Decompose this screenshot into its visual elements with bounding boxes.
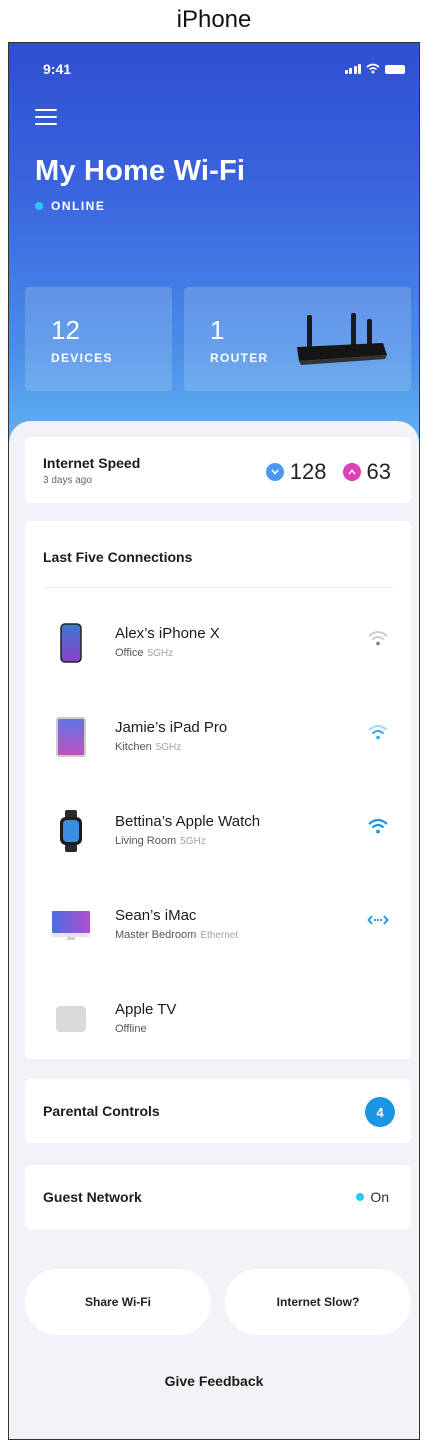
device-location: Living Room 5GHz — [115, 835, 206, 847]
guest-network-state: On — [370, 1189, 389, 1205]
ethernet-icon — [367, 915, 389, 925]
device-location: Master Bedroom Ethernet — [115, 929, 239, 941]
connection-row[interactable]: Apple TV Offline — [25, 983, 411, 1063]
wifi-status-icon — [366, 63, 380, 74]
device-location: Offline — [115, 1023, 147, 1035]
last-connections-card: Last Five Connections Alex’s iPhone X Of… — [25, 521, 411, 1059]
device-name: Alex’s iPhone X — [115, 625, 220, 642]
status-icons — [344, 63, 405, 74]
internet-speed-title: Internet Speed — [43, 455, 141, 471]
upload-speed: 63 — [366, 459, 391, 484]
wifi-icon — [368, 818, 388, 834]
battery-icon — [385, 65, 405, 74]
internet-speed-card[interactable]: Internet Speed 3 days ago 128 63 — [25, 437, 411, 503]
download-speed: 128 — [289, 459, 327, 484]
divider — [43, 587, 393, 588]
device-location: Office 5GHz — [115, 647, 174, 659]
status-bar: 9:41 — [35, 61, 405, 81]
device-location: Kitchen 5GHz — [115, 741, 182, 753]
devices-count: 12 — [51, 315, 80, 345]
status-time: 9:41 — [43, 61, 72, 77]
network-status-label: ONLINE — [51, 199, 106, 213]
device-name: Bettina’s Apple Watch — [115, 813, 261, 830]
connection-row[interactable]: Sean’s iMac Master Bedroom Ethernet — [25, 889, 411, 969]
parental-controls-label: Parental Controls — [43, 1103, 160, 1119]
last-connections-title: Last Five Connections — [43, 549, 193, 565]
devices-label: DEVICES — [51, 351, 113, 365]
header-hero: 9:41 My Home Wi-Fi ONLINE 12 DEVICES 1 R… — [9, 43, 419, 483]
devices-tile[interactable]: 12 DEVICES — [25, 287, 172, 391]
wifi-icon — [368, 725, 388, 740]
device-name: Sean’s iMac — [115, 907, 197, 924]
device-band: 5GHz — [155, 742, 182, 753]
router-icon — [297, 313, 387, 365]
parental-controls-card[interactable]: Parental Controls 4 — [25, 1079, 411, 1143]
device-name: Jamie’s iPad Pro — [115, 719, 228, 736]
router-label: ROUTER — [210, 351, 269, 365]
connection-row[interactable]: Jamie’s iPad Pro Kitchen 5GHz — [25, 701, 411, 781]
internet-speed-date: 3 days ago — [43, 475, 92, 486]
cellular-signal-icon — [344, 64, 361, 74]
share-wifi-button[interactable]: Share Wi-Fi — [25, 1269, 211, 1335]
device-band: Ethernet — [200, 930, 239, 941]
status-dot-icon — [356, 1193, 365, 1201]
iphone-icon — [51, 621, 91, 665]
router-count: 1 — [210, 315, 225, 345]
phone-screen: 9:41 My Home Wi-Fi ONLINE 12 DEVICES 1 R… — [8, 42, 420, 1440]
connection-row[interactable]: Bettina’s Apple Watch Living Room 5GHz — [25, 795, 411, 875]
speed-values: 128 63 — [265, 459, 391, 485]
wifi-icon — [368, 631, 388, 646]
network-title: My Home Wi-Fi — [35, 155, 246, 187]
watch-icon — [51, 809, 91, 853]
download-arrow-icon — [265, 463, 284, 481]
device-caption: iPhone — [176, 6, 252, 33]
network-status: ONLINE — [35, 199, 105, 213]
guest-network-status: On — [356, 1189, 389, 1205]
online-dot-icon — [35, 202, 43, 210]
ipad-icon — [51, 715, 91, 759]
guest-network-card[interactable]: Guest Network On — [25, 1165, 411, 1229]
device-band: 5GHz — [180, 836, 206, 847]
device-name: Apple TV — [115, 1001, 177, 1018]
connection-row[interactable]: Alex’s iPhone X Office 5GHz — [25, 607, 411, 687]
apple-tv-icon — [51, 997, 91, 1041]
content-sheet: Internet Speed 3 days ago 128 63 Last Fi… — [9, 421, 419, 1439]
guest-network-label: Guest Network — [43, 1189, 142, 1205]
imac-icon — [51, 903, 91, 947]
give-feedback-link[interactable]: Give Feedback — [9, 1373, 419, 1389]
hamburger-menu-icon[interactable] — [35, 109, 57, 130]
upload-arrow-icon — [342, 463, 361, 481]
router-tile[interactable]: 1 ROUTER — [184, 287, 411, 391]
internet-slow-button[interactable]: Internet Slow? — [225, 1269, 411, 1335]
device-band: 5GHz — [147, 648, 174, 659]
parental-controls-badge: 4 — [365, 1097, 395, 1127]
